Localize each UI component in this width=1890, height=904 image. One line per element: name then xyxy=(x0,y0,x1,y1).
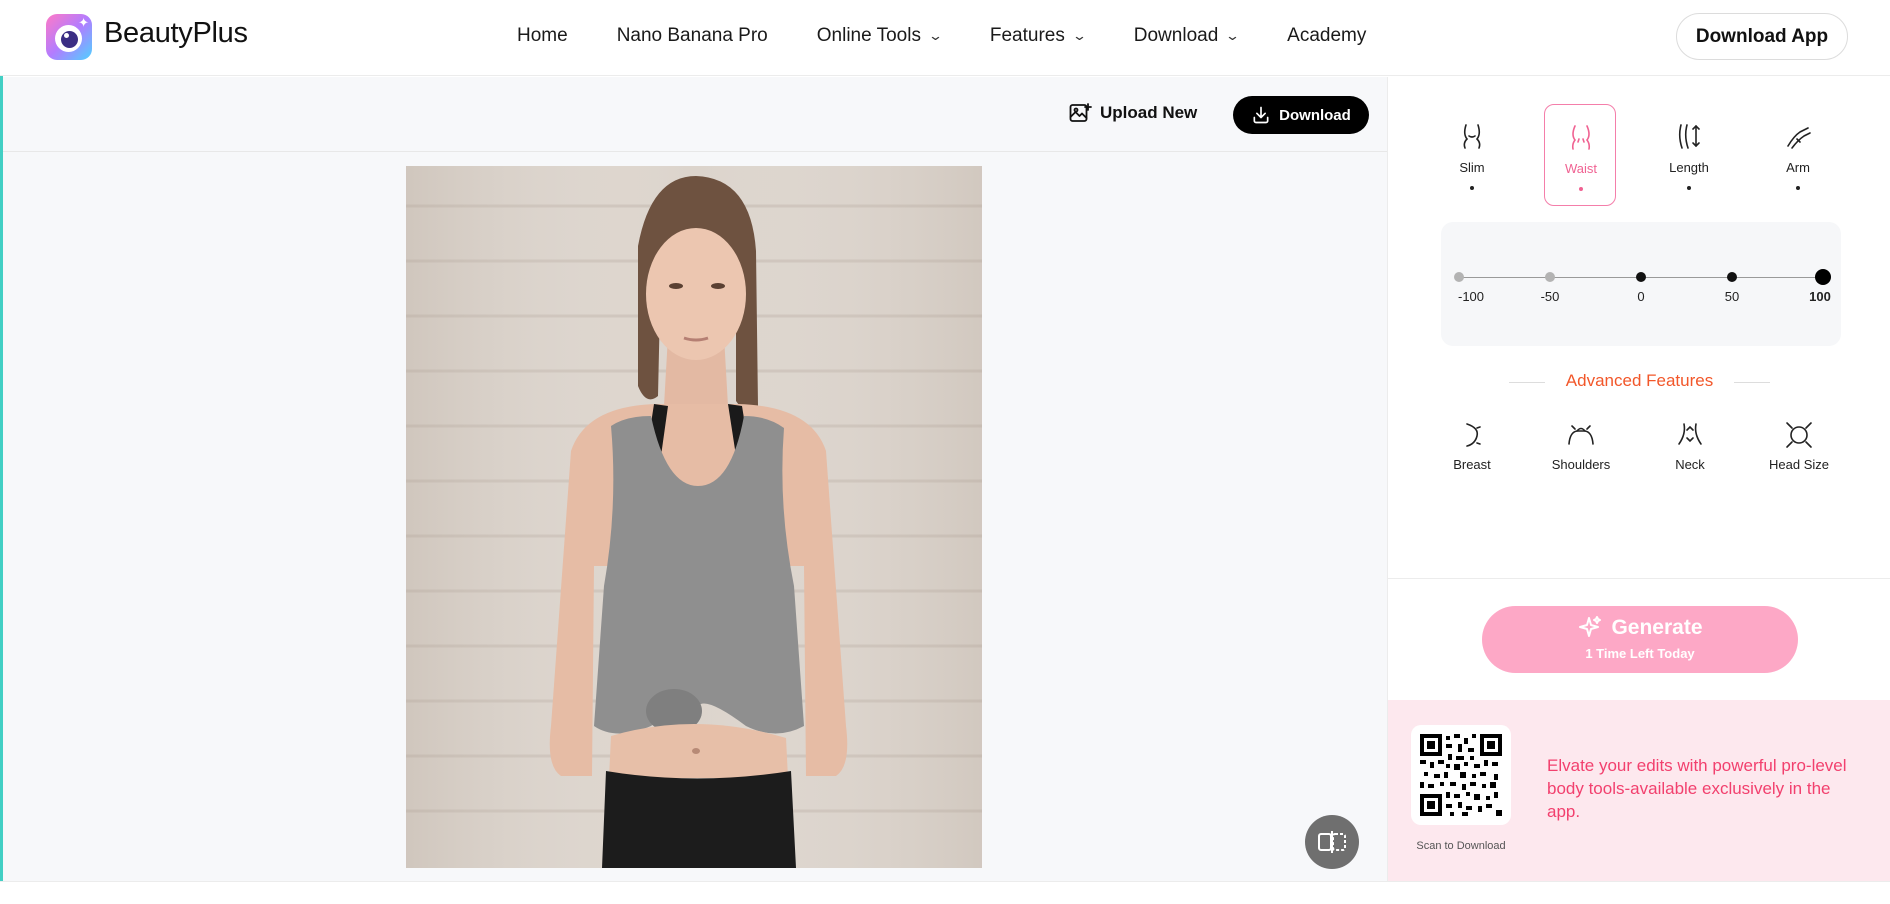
app-promo-banner: Scan to Download Elvate your edits with … xyxy=(1388,700,1890,881)
chevron-down-icon: ⌄ xyxy=(927,28,944,43)
nav-item-nano-banana-pro[interactable]: Nano Banana Pro xyxy=(617,24,768,48)
download-label: Download xyxy=(1279,106,1351,124)
tool-label: Shoulders xyxy=(1551,457,1611,472)
advanced-features-title: Advanced Features xyxy=(1565,371,1714,390)
slider-stop-label: 100 xyxy=(1809,289,1831,304)
compare-toggle-button[interactable] xyxy=(1305,815,1359,869)
sparkle-icon xyxy=(1579,616,1602,637)
edited-photo xyxy=(406,166,982,868)
upload-new-button[interactable]: Upload New xyxy=(1068,101,1197,125)
upload-new-label: Upload New xyxy=(1100,103,1198,122)
neck-icon xyxy=(1678,423,1702,445)
nav-item-home[interactable]: Home xyxy=(517,24,568,48)
slider-stop-label: 0 xyxy=(1637,289,1645,304)
download-icon xyxy=(1253,106,1269,124)
length-icon xyxy=(1678,124,1700,149)
top-header: ✦ BeautyPlus Home Nano Banana Pro Online… xyxy=(0,0,1890,76)
brand-name[interactable]: BeautyPlus xyxy=(104,17,248,50)
divider-line xyxy=(1734,382,1770,383)
nav-item-label: Home xyxy=(517,25,568,46)
bottom-strip xyxy=(0,881,1890,904)
head-size-icon xyxy=(1786,422,1812,448)
body-tool-tabs: Slim Waist Length Arm xyxy=(1436,104,1872,206)
promo-text: Elvate your edits with powerful pro-leve… xyxy=(1547,756,1847,821)
slider-stop[interactable] xyxy=(1727,272,1737,282)
tool-label: Breast xyxy=(1453,457,1491,472)
tool-label: Slim xyxy=(1459,160,1485,175)
tool-waist[interactable]: Waist xyxy=(1544,104,1616,206)
nav-item-label: Online Tools xyxy=(816,25,921,46)
slider-handle[interactable] xyxy=(1815,269,1831,285)
generate-button[interactable]: Generate 1 Time Left Today xyxy=(1482,606,1798,673)
nav-item-online-tools[interactable]: Online Tools ⌄ xyxy=(816,24,944,48)
tool-neck[interactable]: Neck xyxy=(1645,420,1735,472)
tool-breast[interactable]: Breast xyxy=(1427,420,1517,472)
editor-toolbar: Upload New Download xyxy=(3,77,1387,152)
arm-icon xyxy=(1787,127,1811,149)
tool-length[interactable]: Length xyxy=(1653,104,1725,206)
slider-stop[interactable] xyxy=(1454,272,1464,282)
compare-icon xyxy=(1318,831,1346,853)
tool-label: Head Size xyxy=(1769,457,1829,472)
breast-icon xyxy=(1466,423,1481,447)
nav-item-academy[interactable]: Academy xyxy=(1287,24,1366,48)
slider-stop-label: 50 xyxy=(1724,289,1740,304)
tool-label: Arm xyxy=(1786,160,1810,175)
slim-icon xyxy=(1463,124,1481,149)
download-button[interactable]: Download xyxy=(1233,96,1369,134)
nav-item-label: Download xyxy=(1133,25,1219,46)
nav-item-label: Features xyxy=(989,25,1065,46)
qr-caption: Scan to Download xyxy=(1416,840,1506,852)
main-nav: Home Nano Banana Pro Online Tools ⌄ Featu… xyxy=(517,24,1415,48)
slider-stop[interactable] xyxy=(1636,272,1646,282)
nav-item-download[interactable]: Download ⌄ xyxy=(1133,24,1241,48)
tool-slim[interactable]: Slim xyxy=(1436,104,1508,206)
tool-indicator-dot xyxy=(1579,187,1583,191)
tool-label: Waist xyxy=(1564,161,1598,176)
nav-item-label: Nano Banana Pro xyxy=(616,25,768,46)
slider-stop-label: -100 xyxy=(1457,289,1485,304)
shoulders-icon xyxy=(1568,425,1594,445)
panel-divider xyxy=(1388,578,1890,579)
slider-stop[interactable] xyxy=(1545,272,1555,282)
nav-item-label: Academy xyxy=(1287,25,1367,46)
upload-image-icon xyxy=(1069,103,1092,122)
download-app-button[interactable]: Download App xyxy=(1676,13,1848,60)
tool-shoulders[interactable]: Shoulders xyxy=(1536,420,1626,472)
slider-stop-label: -50 xyxy=(1540,289,1560,304)
photo-illustration xyxy=(406,166,982,868)
beautyplus-logo-icon[interactable]: ✦ xyxy=(46,14,92,60)
qr-card xyxy=(1411,725,1511,825)
generate-label: Generate xyxy=(1611,616,1703,639)
tool-arm[interactable]: Arm xyxy=(1762,104,1834,206)
tool-indicator-dot xyxy=(1796,186,1800,190)
editor-canvas-area: Upload New Download xyxy=(3,77,1387,881)
advanced-tools: Breast Shoulders Neck Head Size xyxy=(1436,420,1872,480)
qr-code-icon xyxy=(1420,734,1502,816)
generate-remaining: 1 Time Left Today xyxy=(1585,646,1695,661)
tool-indicator-dot xyxy=(1687,186,1691,190)
intensity-slider[interactable]: -100 -50 0 50 100 xyxy=(1441,222,1841,346)
chevron-down-icon: ⌄ xyxy=(1225,28,1241,43)
tool-head-size[interactable]: Head Size xyxy=(1754,420,1844,472)
tool-label: Length xyxy=(1669,160,1709,175)
chevron-down-icon: ⌄ xyxy=(1071,28,1087,43)
waist-icon xyxy=(1571,125,1591,150)
tool-indicator-dot xyxy=(1470,186,1474,190)
body-tools-panel: Slim Waist Length Arm -100 -50 0 50 100 … xyxy=(1387,77,1890,881)
tool-label: Neck xyxy=(1675,457,1705,472)
nav-item-features[interactable]: Features ⌄ xyxy=(989,24,1087,48)
